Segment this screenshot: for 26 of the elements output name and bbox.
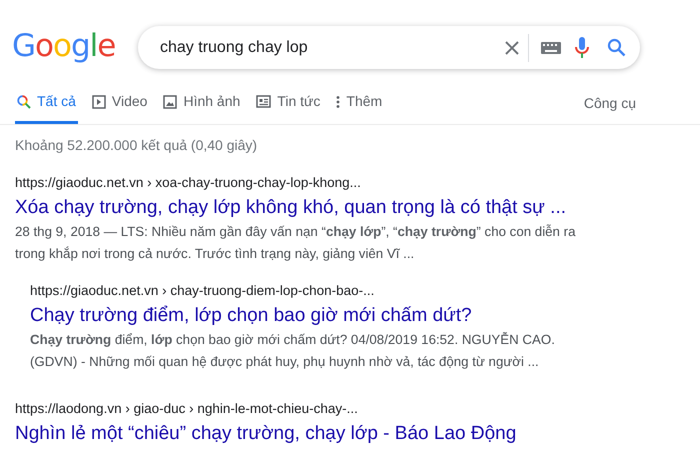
tab[interactable]: Tất cả — [15, 82, 78, 124]
search-icon[interactable] — [607, 38, 626, 57]
more-icon — [336, 94, 340, 108]
result-title[interactable]: Chạy trường điểm, lớp chọn bao giờ mới chấm dứt? — [30, 303, 472, 329]
news-icon — [256, 95, 272, 108]
result-title[interactable]: Xóa chạy trường, chạy lớp không khó, quan trọng là có thật sự ... — [15, 195, 566, 221]
tab[interactable]: Hình ảnh — [161, 82, 242, 124]
clear-icon[interactable] — [504, 40, 520, 56]
microphone-icon[interactable] — [575, 36, 589, 58]
tab[interactable]: Tin tức — [254, 82, 322, 124]
result-snippet: 28 thg 9, 2018 — LTS: Nhiều năm gần đây vấn nạn “chạy lớp”, “chạy trường” cho con diễn ra trong khắp nơi trong cả nước. Trước tình trạng này, giảng viên Vĩ ... — [15, 223, 576, 263]
result-stats: Khoảng 52.200.000 kết quả (0,40 giây) — [14, 136, 258, 155]
result-url: https://giaoduc.net.vn › xoa-chay-truong-chay-lop-khong... — [15, 174, 361, 192]
result-title[interactable]: Nghìn lẻ một “chiêu” chạy trường, chạy lớp - Báo Lao Động — [15, 421, 516, 447]
search-input[interactable]: chay truong chay lop — [158, 34, 504, 60]
result-snippet: Chạy trường điểm, lớp chọn bao giờ mới chấm dứt? 04/08/2019 16:52. NGUYỄN CAO. (GDVN) - Những mối quan hệ được phát huy, phụ huynh nhờ vả, tác động từ người ... — [30, 331, 556, 371]
tools-button[interactable]: Công cụ — [578, 92, 642, 114]
play-icon — [92, 94, 106, 108]
logo[interactable]: Google — [12, 31, 138, 62]
tab[interactable]: Thêm — [334, 82, 384, 124]
keyboard-icon[interactable] — [541, 42, 561, 54]
image-icon — [163, 94, 178, 108]
result-url: https://giaoduc.net.vn › chay-truong-diem-lop-chon-bao-... — [30, 282, 374, 300]
tab[interactable]: Video — [90, 82, 150, 124]
result-url: https://laodong.vn › giao-duc › nghin-le-mot-chieu-chay-... — [15, 400, 358, 418]
search-icon — [17, 94, 31, 108]
